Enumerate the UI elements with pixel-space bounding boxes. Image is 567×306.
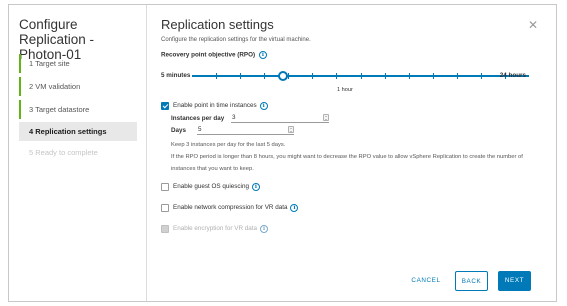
compression-info-icon[interactable]: i — [290, 204, 299, 212]
instances-per-day-value: 3 — [232, 114, 236, 121]
rpo-slider-tick — [385, 73, 386, 79]
cancel-button[interactable]: CANCEL — [406, 271, 446, 291]
back-button[interactable]: BACK — [455, 271, 488, 291]
encryption-label: Enable encryption for VR data — [173, 225, 258, 232]
rpo-slider-tick — [361, 73, 362, 79]
rpo-slider[interactable] — [192, 71, 529, 81]
rpo-slider-tick — [481, 73, 482, 79]
wizard-dialog: Configure Replication - Photon-01 1 Targ… — [8, 4, 557, 302]
pit-helper-text: Keep 3 instances per day for the last 5 … — [171, 142, 286, 148]
rpo-slider-tick — [433, 73, 434, 79]
rpo-slider-tick — [312, 73, 313, 79]
rpo-slider-tick — [264, 73, 265, 79]
wizard-steps-panel: Configure Replication - Photon-01 1 Targ… — [9, 5, 147, 301]
rpo-slider-tick — [288, 73, 289, 79]
next-button[interactable]: NEXT — [498, 271, 531, 291]
step-vm-validation[interactable]: 2 VM validation — [19, 77, 137, 96]
page-subtitle: Configure the replication settings for t… — [161, 37, 311, 43]
days-stepper[interactable] — [288, 126, 294, 133]
pit-info-icon[interactable]: i — [259, 102, 268, 110]
rpo-label: Recovery point objective (RPO) i — [161, 51, 267, 59]
rpo-slider-tick — [216, 73, 217, 79]
encryption-row: Enable encryption for VR data i — [161, 224, 269, 234]
rpo-slider-tick — [457, 73, 458, 79]
rpo-slider-thumb[interactable] — [278, 71, 288, 81]
rpo-min-label: 5 minutes — [161, 72, 191, 79]
rpo-warning-text: If the RPO period is longer than 8 hours… — [171, 154, 523, 172]
days-label: Days — [171, 127, 187, 134]
encryption-info-icon: i — [260, 225, 269, 233]
quiescing-row[interactable]: Enable guest OS quiescing i — [161, 182, 260, 192]
rpo-label-text: Recovery point objective (RPO) — [161, 51, 256, 59]
instances-label: Instances per day — [171, 115, 225, 122]
rpo-slider-tick — [409, 73, 410, 79]
compression-checkbox[interactable] — [161, 204, 169, 212]
days-value: 5 — [198, 126, 202, 133]
quiescing-info-icon[interactable]: i — [251, 183, 260, 191]
rpo-slider-tick — [336, 73, 337, 79]
compression-row[interactable]: Enable network compression for VR data i — [161, 203, 299, 213]
pit-checkbox[interactable] — [161, 102, 169, 110]
pit-label: Enable point in time instances — [173, 102, 257, 109]
rpo-max-label: 24 hours — [499, 72, 526, 79]
rpo-slider-tick — [240, 73, 241, 79]
quiescing-label: Enable guest OS quiescing — [173, 183, 249, 190]
compression-label: Enable network compression for VR data — [173, 204, 288, 211]
rpo-value-label: 1 hour — [337, 87, 353, 93]
instances-stepper[interactable] — [323, 114, 329, 121]
step-ready-to-complete: 5 Ready to complete — [29, 148, 98, 157]
instances-per-day-input[interactable]: 3 — [231, 113, 329, 123]
days-input[interactable]: 5 — [197, 125, 294, 135]
page-title: Replication settings — [161, 17, 274, 32]
step-target-datastore[interactable]: 3 Target datastore — [19, 100, 137, 119]
encryption-checkbox — [161, 225, 169, 233]
close-icon[interactable]: ✕ — [528, 19, 538, 31]
rpo-info-icon[interactable]: i — [258, 51, 267, 59]
step-target-site[interactable]: 1 Target site — [19, 54, 137, 73]
step-replication-settings[interactable]: 4 Replication settings — [19, 122, 137, 141]
main-content: Replication settings ✕ Configure the rep… — [161, 5, 556, 301]
quiescing-checkbox[interactable] — [161, 183, 169, 191]
pit-row[interactable]: Enable point in time instances i — [161, 101, 268, 111]
